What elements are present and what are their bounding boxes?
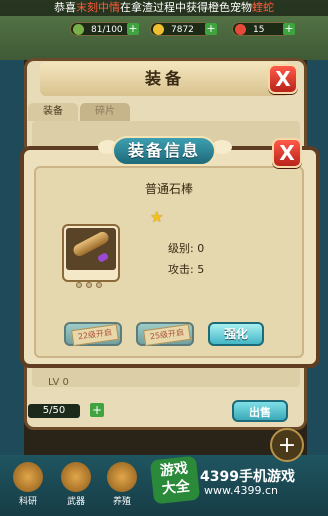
marquee-pet: 蝰蛇 [252,1,274,14]
sell-button[interactable]: 出售 [232,400,288,422]
upgrade-slot-lv25-button[interactable]: 25级开启 [136,322,194,347]
nav-research[interactable]: 科研 [8,460,48,510]
equipment-close-button[interactable]: X [268,64,298,94]
item-level: 级别: 0 [168,242,205,255]
research-icon [13,462,43,492]
nav-weapon-label: 武器 [66,497,85,507]
stamina-icon [73,24,84,35]
upgrade-slot-lv22-button[interactable]: 22级开启 [64,322,122,347]
stamina-plus-button[interactable]: + [127,23,139,35]
item-attack: 攻击: 5 [168,263,205,276]
unlock-level-tag: 22级开启 [71,323,119,347]
watermark-badge-line1: 游戏 [159,460,189,480]
nav-weapon[interactable]: 武器 [56,460,96,510]
gold-bar[interactable]: 7872 + [150,22,217,36]
gem-plus-button[interactable]: + [283,23,295,35]
gem-bar[interactable]: 15 + [232,22,295,36]
watermark-url: www.4399.cn [204,484,278,497]
item-name: 普通石棒 [144,182,193,196]
marquee-text: 在拿渣过程中获得橙色宠物 [120,1,252,14]
watermark-brand: 4399手机游戏 [200,469,295,485]
marquee-prefix: 恭喜 [54,1,76,14]
item-socket-dots [76,273,110,288]
weapon-icon [61,462,91,492]
gold-value: 7872 [171,25,194,35]
nav-breed-label: 养殖 [112,497,131,507]
stamina-value: 81/100 [91,25,123,35]
list-item-level: LV 0 [48,377,69,388]
socket-dot [76,282,82,288]
socket-dot [86,282,92,288]
bag-capacity: 5/50 [28,404,80,418]
watermark-badge: 游戏 大全 [149,455,201,505]
nav-research-label: 科研 [18,497,37,507]
dialog-title: 装备信息 [112,136,216,166]
gem-icon [235,24,246,35]
breed-icon [107,462,137,492]
socket-dot [96,282,102,288]
add-button[interactable]: + [270,428,304,462]
tab-fragments[interactable]: 碎片 [80,103,130,121]
close-icon: X [275,67,291,91]
equipment-panel-title: 装备 [40,62,290,96]
gem-value: 15 [253,25,265,35]
expand-bag-button[interactable]: + [90,403,104,417]
gold-coin-icon [153,24,164,35]
nav-breed[interactable]: 养殖 [102,460,142,510]
watermark-badge-line2: 大全 [161,478,191,498]
close-icon: X [279,141,295,165]
announcement-marquee: 恭喜末刻中情在拿渣过程中获得橙色宠物蝰蛇 [0,0,328,16]
unlock-level-tag: 25级开启 [143,323,191,347]
stamina-bar[interactable]: 81/100 + [70,22,139,36]
enhance-button[interactable]: 强化 [208,322,264,346]
gold-plus-button[interactable]: + [205,23,217,35]
dialog-close-button[interactable]: X [272,138,302,168]
star-icon: ★ [150,208,164,226]
tab-equipment[interactable]: 装备 [28,103,78,121]
marquee-player: 末刻中情 [76,1,120,14]
